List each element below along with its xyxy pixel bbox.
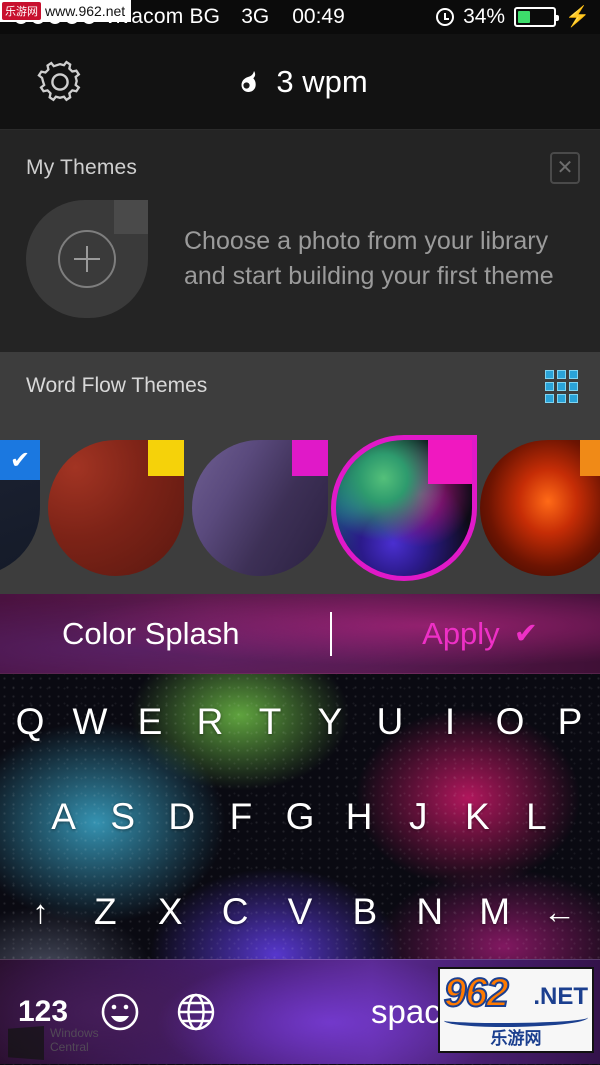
my-themes-body: Choose a photo from your library and sta… xyxy=(26,200,576,318)
comet-icon xyxy=(232,67,262,97)
key-t[interactable]: T xyxy=(240,701,300,743)
key-x[interactable]: X xyxy=(138,891,203,933)
shift-arrow-up-icon[interactable]: ↑ xyxy=(8,893,73,931)
key-n[interactable]: N xyxy=(397,891,462,933)
theme-thumb-violet[interactable] xyxy=(192,440,328,576)
theme-thumb-notch xyxy=(428,440,472,484)
close-icon[interactable]: ✕ xyxy=(550,152,580,184)
key-y[interactable]: Y xyxy=(300,701,360,743)
watermark-url: www.962.net xyxy=(45,3,126,19)
my-themes-title: My Themes xyxy=(26,156,138,179)
keyboard-row-2: A S D F G H J K L xyxy=(0,769,600,864)
theme-thumb-notch xyxy=(148,440,184,476)
key-r[interactable]: R xyxy=(180,701,240,743)
selected-theme-name: Color Splash xyxy=(62,615,240,651)
add-theme-notch xyxy=(114,200,148,234)
apply-button[interactable]: Apply ✔ xyxy=(422,616,538,652)
key-l[interactable]: L xyxy=(507,796,566,838)
key-j[interactable]: J xyxy=(389,796,448,838)
key-c[interactable]: C xyxy=(203,891,268,933)
theme-thumb-fire[interactable] xyxy=(480,440,600,576)
smiley-icon[interactable] xyxy=(96,988,144,1036)
apply-bar-divider xyxy=(329,611,332,656)
typing-speed: 3 wpm xyxy=(232,63,368,100)
plus-icon xyxy=(58,230,116,288)
key-s[interactable]: S xyxy=(93,796,152,838)
app-screen: vivacom BG 3G 00:49 34% ⚡ 乐游网 www.962.ne… xyxy=(0,0,600,1065)
keyboard-row-1: Q W E R T Y U I O P xyxy=(0,674,600,769)
word-flow-themes-title: Word Flow Themes xyxy=(26,374,208,397)
watermark-number: 962 xyxy=(443,970,510,1016)
key-u[interactable]: U xyxy=(360,701,420,743)
selected-check-icon: ✔ xyxy=(0,440,40,480)
watermark-brand-cn: 乐游网 xyxy=(490,1029,542,1048)
theme-thumb-notch xyxy=(292,440,328,476)
bolt-icon: ⚡ xyxy=(565,6,590,28)
apply-label: Apply xyxy=(422,615,500,651)
key-q[interactable]: Q xyxy=(0,701,60,743)
keyboard-row-3: ↑ Z X C V B N M ← xyxy=(0,864,600,959)
key-e[interactable]: E xyxy=(120,701,180,743)
theme-thumb-dark[interactable]: ✔ xyxy=(0,440,40,576)
network-type-label: 3G xyxy=(241,5,270,28)
key-v[interactable]: V xyxy=(268,891,333,933)
key-f[interactable]: F xyxy=(211,796,270,838)
globe-icon[interactable] xyxy=(172,988,220,1036)
key-o[interactable]: O xyxy=(480,701,540,743)
grid-icon[interactable] xyxy=(545,370,578,403)
battery-percent-label: 34% xyxy=(463,5,506,28)
key-b[interactable]: B xyxy=(332,891,397,933)
my-themes-prompt-line2: and start building your first theme xyxy=(184,262,554,290)
key-z[interactable]: Z xyxy=(73,891,138,933)
theme-thumb-notch xyxy=(580,440,600,476)
windows-central-logo: Windows Central xyxy=(8,1020,99,1064)
key-h[interactable]: H xyxy=(330,796,389,838)
watermark-tld: .NET xyxy=(533,983,588,1010)
watermark-brand: 乐游网 xyxy=(2,2,41,20)
typing-speed-label: 3 wpm xyxy=(276,63,368,99)
gear-icon[interactable] xyxy=(34,56,86,108)
check-icon: ✔ xyxy=(513,618,538,650)
app-bar: 3 wpm xyxy=(0,34,600,130)
my-themes-prompt-line1: Choose a photo from your library xyxy=(184,226,549,255)
key-m[interactable]: M xyxy=(462,891,527,933)
alarm-icon xyxy=(436,8,455,26)
watermark-bottom-right: 962 .NET 乐游网 xyxy=(438,967,594,1053)
watermark-top-left: 乐游网 www.962.net xyxy=(0,0,132,22)
my-themes-prompt: Choose a photo from your library and sta… xyxy=(184,224,554,295)
key-g[interactable]: G xyxy=(270,796,329,838)
theme-thumb-colorsplash[interactable] xyxy=(336,440,472,576)
key-i[interactable]: I xyxy=(420,701,480,743)
theme-thumb-canyon[interactable] xyxy=(48,440,184,576)
clock-label: 00:49 xyxy=(292,5,345,28)
backspace-arrow-left-icon[interactable]: ← xyxy=(527,893,592,931)
key-p[interactable]: P xyxy=(540,701,600,743)
my-themes-section: My Themes ✕ Choose a photo from your lib… xyxy=(0,130,600,352)
theme-thumbnail-list[interactable]: ✔ xyxy=(0,440,600,576)
word-flow-themes-section: Word Flow Themes ✔ xyxy=(0,352,600,594)
key-a[interactable]: A xyxy=(34,796,93,838)
key-d[interactable]: D xyxy=(152,796,211,838)
add-theme-button[interactable] xyxy=(26,200,148,318)
key-k[interactable]: K xyxy=(448,796,507,838)
status-bar-right: 34% ⚡ xyxy=(436,5,590,29)
key-w[interactable]: W xyxy=(60,701,120,743)
battery-icon xyxy=(514,7,560,27)
apply-bar: Color Splash Apply ✔ xyxy=(0,594,600,674)
